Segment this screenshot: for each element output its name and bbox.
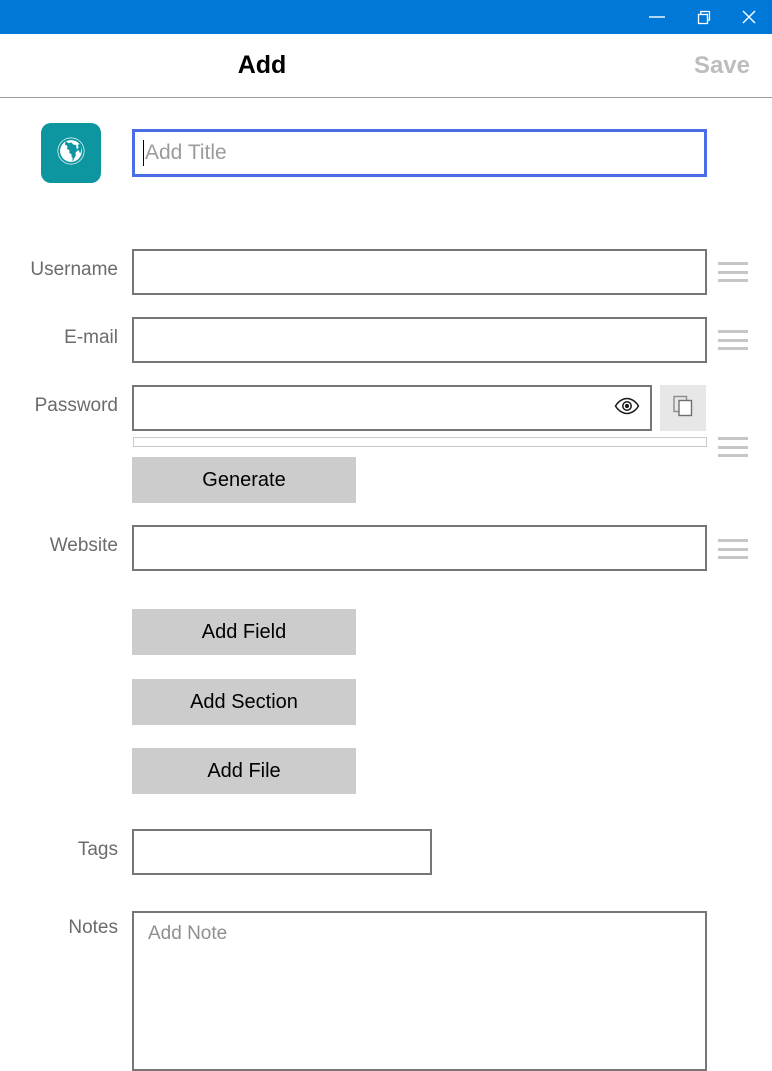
- eye-icon: [614, 397, 640, 420]
- website-label: Website: [49, 535, 118, 556]
- copy-password-button[interactable]: [660, 385, 706, 431]
- username-label: Username: [30, 259, 118, 280]
- entry-icon[interactable]: [41, 123, 101, 183]
- close-button[interactable]: [726, 0, 772, 34]
- text-caret: [143, 140, 144, 166]
- restore-icon: [694, 8, 712, 26]
- password-drag-handle[interactable]: [718, 437, 748, 457]
- add-file-button[interactable]: Add File: [132, 748, 356, 794]
- copy-icon: [670, 393, 696, 424]
- password-input[interactable]: [132, 385, 652, 431]
- save-button[interactable]: Save: [694, 34, 750, 97]
- add-field-button[interactable]: Add Field: [132, 609, 356, 655]
- page-title: Add: [237, 51, 287, 79]
- website-input[interactable]: [132, 525, 707, 571]
- email-input[interactable]: [132, 317, 707, 363]
- tags-label: Tags: [77, 839, 118, 860]
- minimize-icon: [646, 11, 668, 23]
- email-label: E-mail: [64, 327, 118, 348]
- generate-password-button[interactable]: Generate: [132, 457, 356, 503]
- add-section-button[interactable]: Add Section: [132, 679, 356, 725]
- tags-input[interactable]: [132, 829, 432, 875]
- notes-textarea[interactable]: Add Note: [132, 911, 707, 1071]
- notes-placeholder: Add Note: [148, 923, 228, 944]
- close-icon: [740, 8, 758, 26]
- title-input-placeholder: Add Title: [145, 141, 227, 164]
- title-input[interactable]: Add Title: [132, 129, 707, 177]
- password-strength-bar: [133, 437, 707, 447]
- email-drag-handle[interactable]: [718, 330, 748, 350]
- entry-form: Add Title Username E-mail Password Gener…: [0, 99, 772, 1071]
- notes-label: Notes: [68, 917, 118, 938]
- password-label: Password: [34, 395, 118, 416]
- username-input[interactable]: [132, 249, 707, 295]
- website-drag-handle[interactable]: [718, 539, 748, 559]
- reveal-password-button[interactable]: [612, 395, 642, 421]
- minimize-button[interactable]: [634, 0, 680, 34]
- restore-button[interactable]: [680, 0, 726, 34]
- page-header: Add Save: [0, 34, 772, 98]
- window-titlebar: [0, 0, 772, 34]
- globe-icon: [54, 134, 88, 173]
- username-drag-handle[interactable]: [718, 262, 748, 282]
